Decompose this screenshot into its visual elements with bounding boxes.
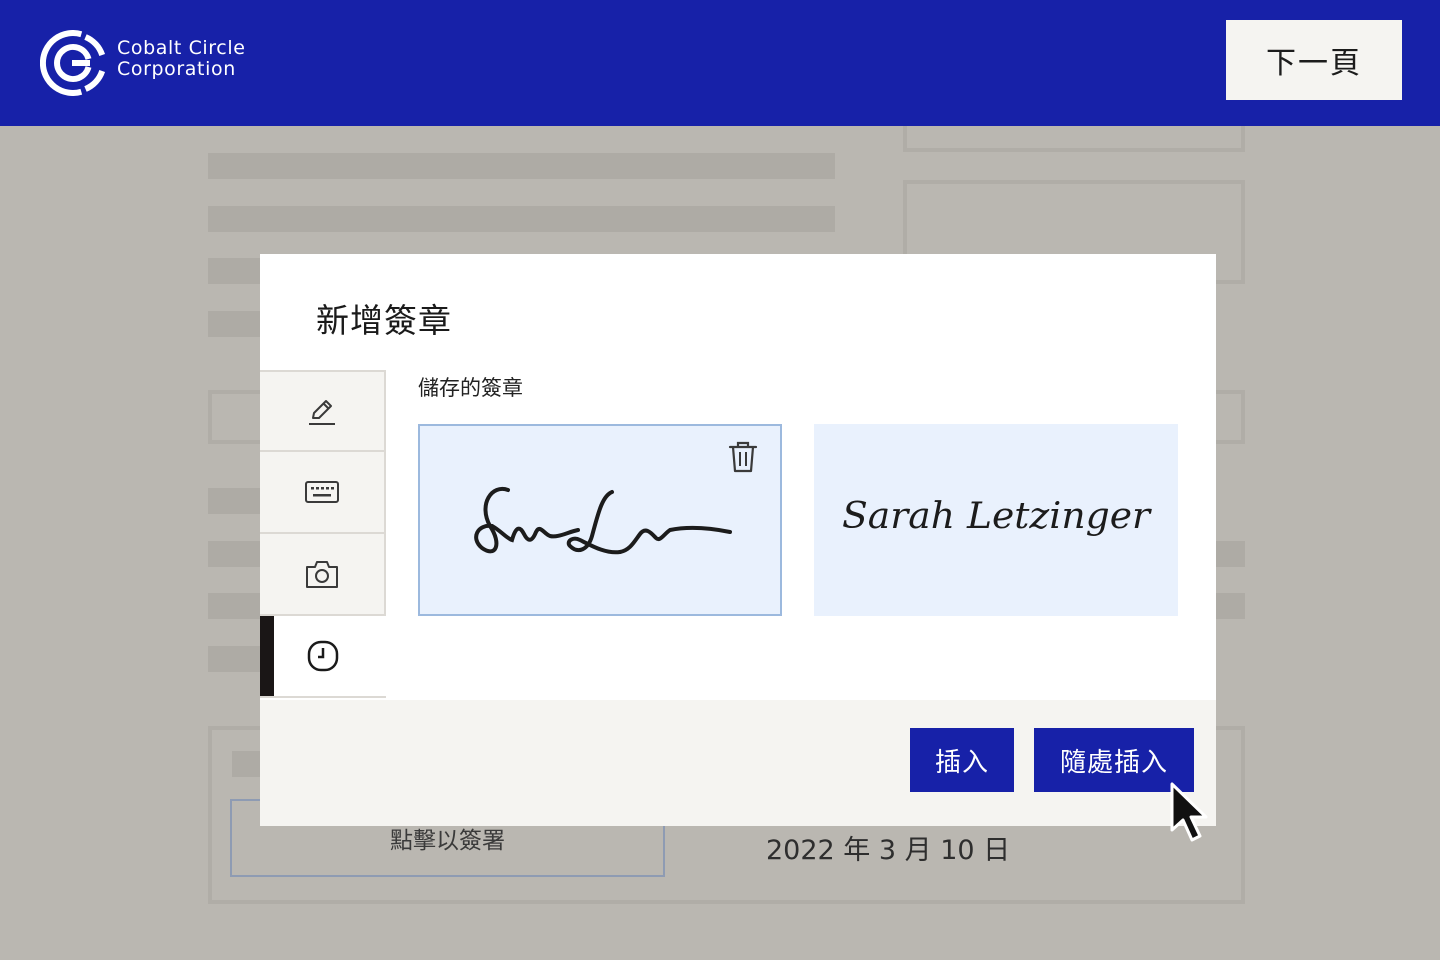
tab-type[interactable] bbox=[260, 452, 386, 534]
doc-text-line bbox=[208, 646, 260, 672]
add-signature-dialog: 新增簽章 儲存的簽章 Sarah Letzinger 插入 隨處插入 bbox=[260, 254, 1216, 826]
doc-text-line bbox=[208, 488, 260, 514]
keyboard-icon bbox=[305, 481, 339, 503]
doc-text-line bbox=[1216, 541, 1245, 567]
insert-button[interactable]: 插入 bbox=[910, 728, 1014, 792]
next-page-button[interactable]: 下一頁 bbox=[1226, 20, 1402, 100]
doc-box bbox=[1216, 390, 1245, 444]
doc-box bbox=[208, 390, 260, 444]
pen-icon bbox=[309, 400, 335, 425]
doc-text-line bbox=[208, 593, 260, 619]
dialog-footer: 插入 隨處插入 bbox=[260, 700, 1216, 826]
signature-script-name: Sarah Letzinger bbox=[842, 496, 1152, 537]
doc-text-line bbox=[208, 153, 835, 179]
saved-signature-full-name[interactable]: Sarah Letzinger bbox=[814, 424, 1178, 616]
tab-saved[interactable] bbox=[260, 616, 386, 698]
click-to-sign-label: 點擊以簽署 bbox=[390, 828, 505, 854]
tab-upload[interactable] bbox=[260, 534, 386, 616]
company-name-line2: Corporation bbox=[117, 58, 236, 80]
doc-text-line bbox=[208, 258, 260, 284]
trash-icon[interactable] bbox=[726, 440, 760, 474]
camera-icon bbox=[306, 561, 338, 588]
doc-box bbox=[903, 126, 1245, 152]
saved-signatures-label: 儲存的簽章 bbox=[418, 376, 523, 400]
doc-text-line bbox=[208, 541, 260, 567]
dialog-title: 新增簽章 bbox=[316, 301, 452, 340]
mouse-pointer-icon bbox=[1170, 782, 1208, 842]
signature-name-text: Sarah Letzinger bbox=[842, 496, 1152, 537]
doc-text-line bbox=[232, 751, 260, 777]
doc-text-line bbox=[1216, 593, 1245, 619]
cobalt-circle-logo bbox=[40, 30, 106, 96]
doc-text-line bbox=[208, 311, 260, 337]
top-bar: Cobalt Circle Corporation 下一頁 bbox=[0, 0, 1440, 126]
tab-draw[interactable] bbox=[260, 370, 386, 452]
doc-text-line bbox=[208, 206, 835, 232]
company-name-line1: Cobalt Circle bbox=[117, 37, 246, 59]
saved-signature-initials[interactable] bbox=[418, 424, 782, 616]
company-name: Cobalt Circle Corporation bbox=[117, 38, 246, 80]
document-date: 2022 年 3 月 10 日 bbox=[766, 835, 1011, 866]
clock-icon bbox=[307, 640, 339, 672]
